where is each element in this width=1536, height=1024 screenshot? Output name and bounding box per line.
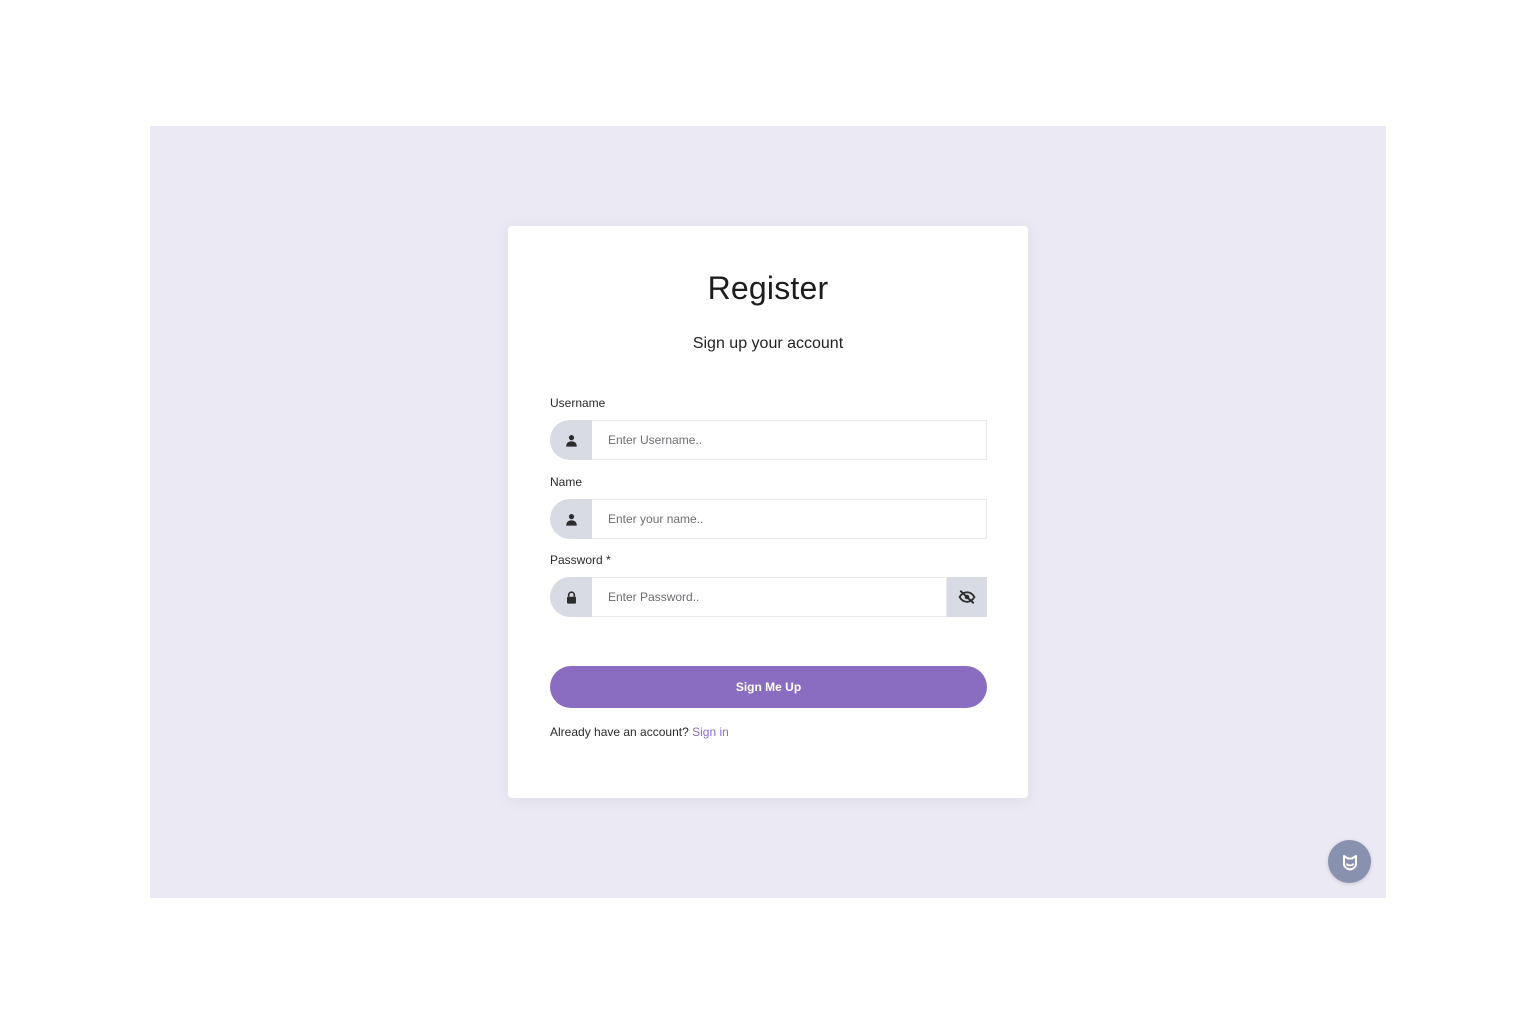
name-label: Name bbox=[550, 475, 583, 489]
password-label: Password * bbox=[550, 553, 611, 567]
extension-shield-icon[interactable] bbox=[1328, 840, 1371, 883]
username-input-wrapper bbox=[592, 420, 987, 460]
username-label: Username bbox=[550, 396, 606, 410]
eye-slash-icon[interactable] bbox=[947, 577, 987, 617]
user-icon-glyph bbox=[565, 434, 577, 447]
user-icon bbox=[550, 420, 592, 460]
user-icon bbox=[550, 499, 592, 539]
page-subtitle: Sign up your account bbox=[692, 335, 844, 352]
lock-icon bbox=[550, 577, 592, 617]
password-field-group bbox=[550, 577, 987, 617]
password-input-wrapper bbox=[592, 577, 947, 617]
sign-up-button[interactable]: Sign Me Up bbox=[550, 666, 987, 708]
username-field-group bbox=[550, 420, 987, 460]
user-icon-glyph bbox=[565, 513, 577, 526]
username-input[interactable] bbox=[608, 433, 986, 447]
sign-in-link[interactable]: Sign in bbox=[692, 725, 729, 739]
eye-slash-icon-glyph bbox=[958, 590, 976, 604]
lock-icon-glyph bbox=[566, 590, 576, 604]
name-input-wrapper bbox=[592, 499, 987, 539]
sign-in-prompt-text: Already have an account? bbox=[550, 725, 689, 739]
page-title: Register bbox=[707, 270, 829, 306]
name-field-group bbox=[550, 499, 987, 539]
page-background: Register Sign up your account Username N… bbox=[150, 126, 1386, 898]
name-input[interactable] bbox=[608, 512, 986, 526]
shield-glyph bbox=[1342, 854, 1357, 870]
register-card: Register Sign up your account Username N… bbox=[508, 226, 1028, 798]
password-input[interactable] bbox=[608, 590, 946, 604]
sign-in-prompt: Already have an account? Sign in bbox=[550, 725, 729, 739]
